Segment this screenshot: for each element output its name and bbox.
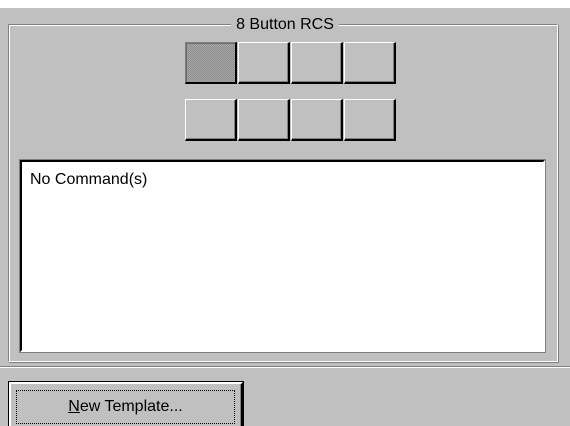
command-list-item[interactable]: No Command(s) xyxy=(30,170,539,190)
window-top-edge xyxy=(0,0,570,8)
rcs-button-7[interactable] xyxy=(291,99,343,141)
rcs-button-1[interactable] xyxy=(185,42,237,84)
rcs-button-3[interactable] xyxy=(291,42,343,84)
rcs-button-4[interactable] xyxy=(344,42,396,84)
focus-rectangle: New Template... xyxy=(16,390,235,424)
command-list[interactable]: No Command(s) xyxy=(20,160,545,352)
footer-separator xyxy=(0,366,570,368)
rcs-button-6[interactable] xyxy=(238,99,290,141)
accelerator-key: N xyxy=(68,398,80,415)
new-template-label-rest: ew Template... xyxy=(79,398,183,415)
rcs-button-8[interactable] xyxy=(344,99,396,141)
new-template-button[interactable]: New Template... xyxy=(9,382,243,426)
rcs-button-2[interactable] xyxy=(238,42,290,84)
rcs-button-5[interactable] xyxy=(185,99,237,141)
